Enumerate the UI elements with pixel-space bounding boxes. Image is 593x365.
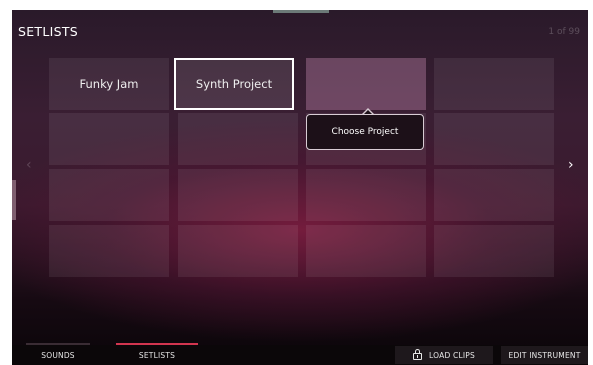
page-count: 1 of 99 xyxy=(548,27,580,37)
chevron-left-icon[interactable]: ‹ xyxy=(26,158,32,172)
chevron-right-icon[interactable]: › xyxy=(568,158,574,172)
setlist-cell[interactable] xyxy=(178,169,298,221)
edit-instrument-label: EDIT INSTRUMENT xyxy=(508,350,581,360)
load-clips-label: LOAD CLIPS xyxy=(429,350,475,360)
choose-project-tooltip[interactable]: Choose Project xyxy=(306,114,424,150)
setlist-cell[interactable] xyxy=(178,113,298,165)
setlist-cell[interactable] xyxy=(434,113,554,165)
edit-instrument-button[interactable]: EDIT INSTRUMENT xyxy=(501,346,588,364)
setlist-cell-highlighted[interactable] xyxy=(306,58,426,110)
tab-setlists[interactable]: SETLISTS xyxy=(116,343,198,365)
setlist-cell[interactable] xyxy=(49,169,169,221)
setlist-cell[interactable] xyxy=(306,225,426,277)
setlist-cell[interactable] xyxy=(434,169,554,221)
setlist-cell[interactable] xyxy=(434,58,554,110)
setlist-cell[interactable] xyxy=(49,113,169,165)
setlist-cell[interactable] xyxy=(306,169,426,221)
page-title: SETLISTS xyxy=(18,24,79,39)
tab-sounds[interactable]: SOUNDS xyxy=(12,343,104,365)
setlist-cell[interactable]: Funky Jam xyxy=(49,58,169,110)
tab-setlists-label: SETLISTS xyxy=(138,350,176,360)
left-edge-indicator xyxy=(12,180,16,220)
top-indicator xyxy=(273,10,329,13)
setlist-cell[interactable] xyxy=(49,225,169,277)
tab-sounds-label: SOUNDS xyxy=(41,350,75,360)
setlist-cell[interactable] xyxy=(434,225,554,277)
bottom-bar: SOUNDS SETLISTS LOAD CLIPS EDIT INSTRUME… xyxy=(12,343,588,365)
setlist-cell-selected[interactable]: Synth Project xyxy=(174,58,294,110)
setlist-cell[interactable] xyxy=(178,225,298,277)
lock-icon xyxy=(413,349,423,360)
setlists-screen: SETLISTS 1 of 99 Funky Jam Synth Project… xyxy=(12,10,588,365)
setlist-grid: Funky Jam Synth Project xyxy=(49,58,556,277)
load-clips-button[interactable]: LOAD CLIPS xyxy=(395,346,493,364)
